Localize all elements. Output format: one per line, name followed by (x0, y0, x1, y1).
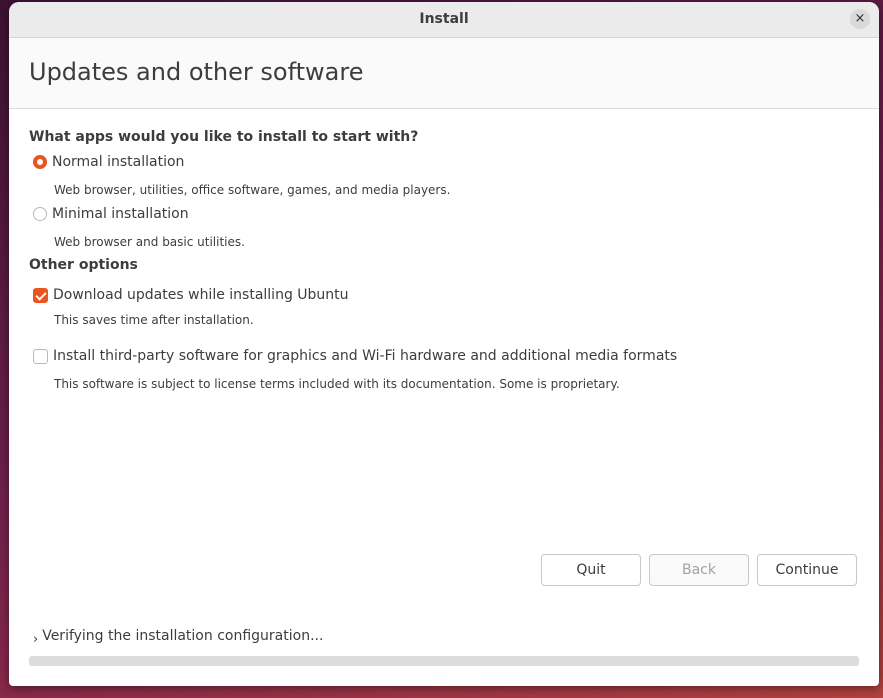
chevron-right-icon: › (33, 631, 39, 647)
status-expander[interactable]: › Verifying the installation configurati… (33, 628, 324, 647)
normal-installation-radio-row[interactable]: Normal installation (33, 154, 184, 170)
page-title: Updates and other software (29, 58, 364, 86)
install-type-heading: What apps would you like to install to s… (29, 129, 419, 145)
normal-installation-radio[interactable] (33, 155, 47, 169)
third-party-label[interactable]: Install third-party software for graphic… (53, 348, 677, 364)
title-bar: Install × (9, 2, 879, 38)
minimal-installation-description: Web browser and basic utilities. (54, 235, 245, 249)
page-header: Updates and other software (9, 38, 879, 109)
third-party-description: This software is subject to license term… (54, 377, 620, 391)
normal-installation-description: Web browser, utilities, office software,… (54, 183, 451, 197)
minimal-installation-radio-row[interactable]: Minimal installation (33, 206, 189, 222)
status-text: Verifying the installation configuration… (42, 628, 324, 644)
minimal-installation-label[interactable]: Minimal installation (52, 206, 189, 222)
third-party-checkbox-row[interactable]: Install third-party software for graphic… (33, 348, 677, 364)
download-updates-checkbox-row[interactable]: Download updates while installing Ubuntu (33, 287, 349, 303)
continue-button[interactable]: Continue (757, 554, 857, 586)
progress-bar (29, 656, 859, 666)
installer-window: Install × Updates and other software Wha… (9, 2, 879, 686)
back-button[interactable]: Back (649, 554, 749, 586)
other-options-heading: Other options (29, 257, 138, 273)
download-updates-label[interactable]: Download updates while installing Ubuntu (53, 287, 349, 303)
close-icon[interactable]: × (850, 9, 870, 29)
window-title: Install (419, 11, 469, 27)
download-updates-checkbox[interactable] (33, 287, 48, 303)
normal-installation-label[interactable]: Normal installation (52, 154, 184, 170)
download-updates-description: This saves time after installation. (54, 313, 254, 327)
quit-button[interactable]: Quit (541, 554, 641, 586)
third-party-checkbox[interactable] (33, 348, 48, 364)
minimal-installation-radio[interactable] (33, 207, 47, 221)
